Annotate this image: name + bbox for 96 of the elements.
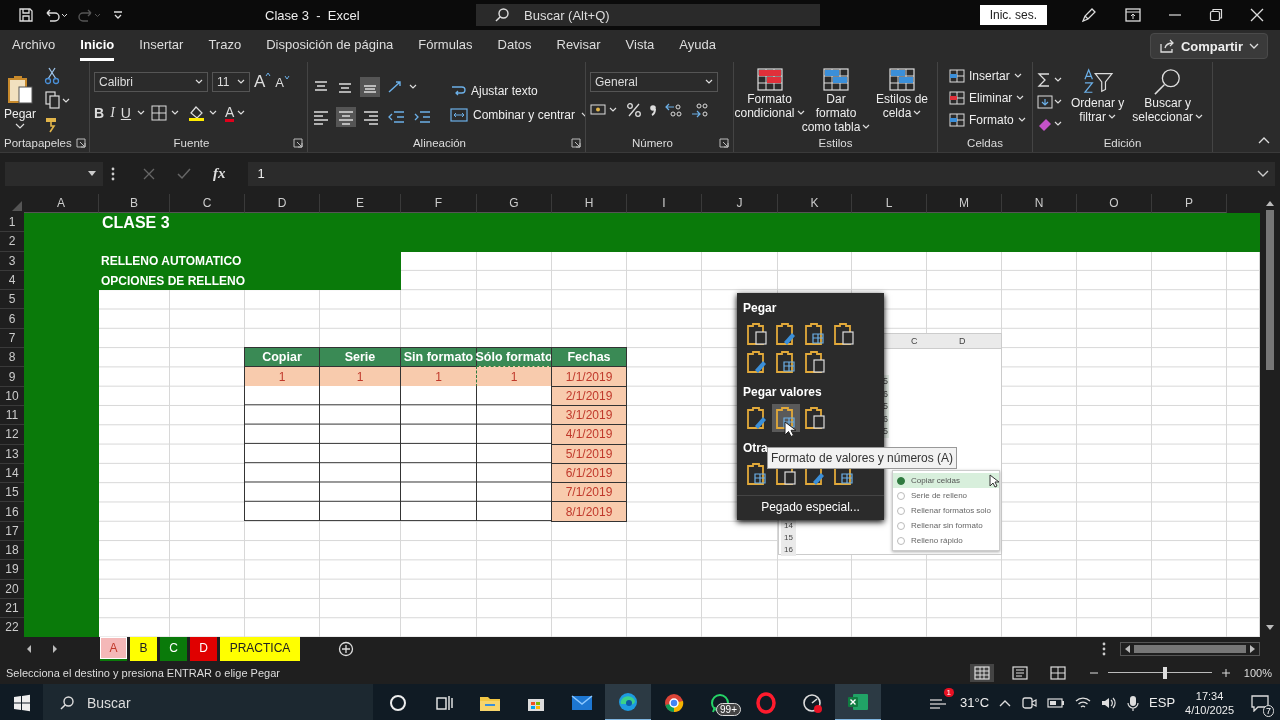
sheet-tab[interactable]: PRACTICA — [220, 637, 300, 661]
table-header-cell: Fechas — [551, 347, 627, 368]
column-header: C — [911, 336, 918, 346]
zoom-level[interactable]: 100% — [1243, 666, 1272, 679]
option-label: Rellenar sin formato — [911, 521, 983, 530]
table-cell: 4/1/2019 — [551, 424, 627, 445]
clock-time[interactable]: 17:34 — [1195, 688, 1224, 703]
row-header: 15 — [784, 532, 793, 544]
font-size-field[interactable]: 11 — [212, 72, 250, 92]
cells-button[interactable]: Eliminar — [948, 90, 1028, 106]
taskbar-button[interactable]: 99+ — [697, 684, 743, 720]
table-cell: 1 — [400, 366, 477, 387]
clock-date[interactable]: 4/10/2025 — [1185, 702, 1234, 717]
language-indicator[interactable]: ESP — [1149, 695, 1176, 710]
sheet-tab[interactable]: D — [190, 637, 217, 661]
table-cell: 1/1/2019 — [551, 366, 627, 387]
editing-button[interactable]: Ordenar y filtrar — [1069, 68, 1127, 124]
sheet-tab[interactable]: B — [130, 637, 157, 661]
menu-tab[interactable]: Ayuda — [679, 31, 716, 61]
cells-button[interactable]: Formato — [948, 112, 1028, 128]
tooltip: Formato de valores y números (A) — [767, 447, 958, 469]
sheet-title: CLASE 3 — [102, 214, 170, 233]
row-header: 16 — [784, 544, 793, 556]
group-label: Edición — [1102, 137, 1143, 149]
table-cell: 7/1/2019 — [551, 482, 627, 503]
paste-button[interactable]: Pegar — [4, 71, 37, 129]
sheet-subtitle: RELLENO AUTOMATICO — [101, 254, 242, 269]
row-header: 14 — [784, 520, 793, 532]
table-header-cell: Sin formato — [400, 347, 477, 368]
fill-option[interactable]: Relleno rápido — [893, 533, 999, 548]
menu-tab[interactable]: Disposición de página — [266, 31, 394, 61]
paste-special-button[interactable]: Pegado especial... — [737, 495, 884, 520]
menu-tab[interactable]: Revisar — [556, 31, 601, 61]
menu-section-title: Pegar — [743, 301, 777, 315]
group-label: Portapapeles — [4, 137, 72, 149]
editing-button[interactable]: Buscar y seleccionar — [1130, 68, 1206, 124]
table-header-cell: Sólo formato — [476, 347, 552, 368]
table-header-cell: Copiar — [244, 347, 320, 368]
temperature[interactable]: 31°C — [960, 695, 990, 710]
fill-option[interactable]: Serie de relleno — [893, 488, 999, 503]
group-label: Fuente — [172, 137, 211, 149]
table-header-cell: Serie — [319, 347, 401, 368]
menu-tab[interactable]: Datos — [497, 31, 532, 61]
table-cell: 1 — [476, 366, 552, 387]
window-title: Clase 3 - Excel — [265, 7, 361, 23]
menu-tab[interactable]: Archivo — [12, 31, 56, 61]
option-label: Rellenar formatos solo — [911, 506, 992, 515]
share-button[interactable]: Compartir — [1149, 33, 1268, 59]
wrap-text-button[interactable]: Ajustar texto — [450, 83, 585, 99]
sheet-tab[interactable]: C — [160, 637, 187, 661]
font-color-button[interactable]: A — [224, 104, 247, 122]
sheet-subtitle: OPCIONES DE RELLENO — [101, 273, 246, 288]
taskbar-search-field[interactable]: Buscar — [43, 684, 373, 720]
insert-function-button[interactable]: fx — [213, 165, 226, 182]
bold-button[interactable]: B — [94, 105, 105, 121]
cells-button[interactable]: Insertar — [948, 68, 1028, 84]
option-label: Copiar celdas — [911, 476, 960, 485]
menu-tab[interactable]: Insertar — [139, 31, 184, 61]
table-cell: 1 — [319, 366, 401, 387]
italic-button[interactable]: I — [110, 105, 115, 121]
count-badge: 99+ — [716, 703, 741, 716]
group-label: Celdas — [966, 137, 1004, 149]
menu-tab[interactable]: Trazo — [208, 31, 242, 61]
underline-button[interactable]: U — [120, 105, 131, 121]
formula-input[interactable]: 1 — [247, 161, 1275, 186]
number-format-field[interactable]: General — [590, 72, 718, 92]
styles-button[interactable]: Estilos de celda — [871, 68, 933, 120]
fill-option[interactable]: Copiar celdas — [893, 473, 999, 488]
fill-option[interactable]: Rellenar sin formato — [893, 518, 999, 533]
font-name-field[interactable]: Calibri — [94, 72, 208, 92]
status-message: Selecciona el destino y presiona ENTRAR o elige Pegar — [6, 666, 280, 679]
sign-in-button[interactable]: Inic. ses. — [979, 5, 1047, 25]
option-label: Serie de relleno — [911, 491, 968, 500]
table-cell: 5/1/2019 — [551, 443, 627, 464]
table-cell: 1 — [244, 366, 320, 387]
group-label: Estilos — [817, 137, 854, 149]
menu-section-title: Pegar valores — [743, 385, 822, 399]
table-cell: 8/1/2019 — [551, 501, 627, 522]
menu-tab[interactable]: Fórmulas — [418, 31, 473, 61]
grow-font-button[interactable]: A — [254, 72, 272, 92]
option-label: Relleno rápido — [911, 536, 963, 545]
cell-value: 5 — [883, 425, 888, 438]
cell-value: 5 — [883, 400, 888, 413]
menu-section-title: Otra — [743, 441, 768, 455]
count-badge: 7 — [1263, 704, 1274, 717]
column-header: D — [959, 336, 966, 346]
shrink-font-button[interactable]: A — [275, 74, 290, 90]
group-label: Alineación — [411, 137, 468, 149]
count-badge: 1 — [943, 687, 954, 697]
merge-center-button[interactable]: Combinar y centrar — [450, 107, 585, 123]
fill-option[interactable]: Rellenar formatos solo — [893, 503, 999, 518]
menu-tab[interactable]: Vista — [625, 31, 655, 61]
search-field[interactable]: Buscar (Alt+Q) — [476, 4, 820, 26]
group-label: Número — [631, 137, 674, 149]
cell-value: 5 — [883, 375, 888, 388]
table-cell: 2/1/2019 — [551, 385, 627, 406]
